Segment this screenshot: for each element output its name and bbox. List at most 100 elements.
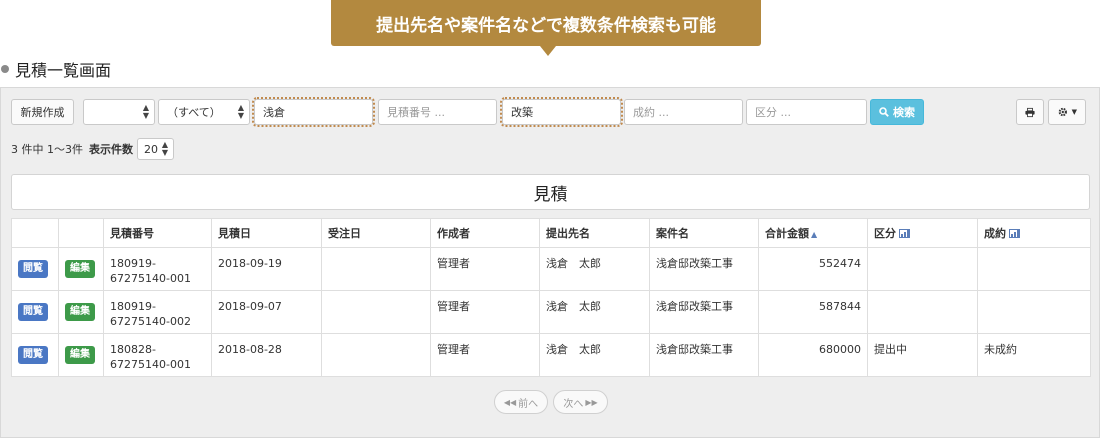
col-header-estimate-no[interactable]: 見積番号	[103, 218, 212, 248]
estimate-table: 見積番号 見積日 受注日 作成者 提出先名 案件名 合計金額 ▲ 区分 成約 閲覧…	[11, 218, 1091, 377]
prev-page-label: 前へ	[518, 398, 539, 410]
col-header-total[interactable]: 合計金額 ▲	[758, 218, 868, 248]
gear-icon	[1058, 107, 1067, 117]
order-date-cell	[321, 333, 431, 377]
project-search-input[interactable]: 改築	[500, 97, 623, 127]
edit-button[interactable]: 編集	[65, 346, 95, 364]
estimate-date-cell: 2018-09-19	[211, 247, 322, 291]
category-search-input[interactable]: 区分 ...	[746, 99, 867, 125]
col-header-estimate-date-label: 見積日	[218, 227, 251, 240]
contract-cell	[977, 290, 1091, 334]
col-header-recipient-label: 提出先名	[546, 227, 590, 240]
col-header-edit	[58, 218, 104, 248]
print-button[interactable]	[1016, 99, 1044, 125]
recipient-cell: 浅倉 太郎	[539, 333, 650, 377]
table-header-row: 見積番号 見積日 受注日 作成者 提出先名 案件名 合計金額 ▲ 区分 成約	[11, 218, 1091, 248]
estimate-list-screen: 新規作成 ▲ ▼ （すべて） ▲ ▼ 浅倉 見積番号 ... 改築 成約 ... 区…	[0, 87, 1100, 438]
bar-chart-icon[interactable]	[1009, 229, 1020, 238]
estimate-no-cell: 180828-67275140-001	[103, 333, 212, 377]
estimate-no-search-input[interactable]: 見積番号 ...	[378, 99, 497, 125]
contract-search-input[interactable]: 成約 ...	[624, 99, 743, 125]
view-button[interactable]: 閲覧	[18, 346, 48, 364]
col-header-category-label: 区分	[874, 227, 896, 240]
settings-dropdown-button[interactable]: ▼	[1048, 99, 1086, 125]
panel-title-text: 見積	[533, 184, 568, 205]
select-arrows-icon: ▲ ▼	[161, 140, 168, 157]
edit-cell: 編集	[58, 247, 104, 291]
project-cell: 浅倉邸改築工事	[649, 247, 759, 291]
result-count-row: 3 件中 1〜3件 表示件数 20 ▲ ▼	[11, 138, 174, 160]
contract-cell: 未成約	[977, 333, 1091, 377]
estimate-no-cell: 180919-67275140-002	[103, 290, 212, 334]
contract-cell	[977, 247, 1091, 291]
search-button[interactable]: 検索	[870, 99, 924, 125]
search-icon	[879, 107, 889, 117]
panel-title: 見積	[11, 174, 1090, 210]
filter-select-2[interactable]: （すべて） ▲ ▼	[158, 99, 250, 125]
search-button-label: 検索	[893, 106, 915, 119]
col-header-category[interactable]: 区分	[867, 218, 978, 248]
col-header-recipient[interactable]: 提出先名	[539, 218, 650, 248]
col-header-creator-label: 作成者	[437, 227, 470, 240]
col-header-order-date[interactable]: 受注日	[321, 218, 431, 248]
bar-chart-icon[interactable]	[899, 229, 910, 238]
view-cell: 閲覧	[11, 247, 59, 291]
view-button[interactable]: 閲覧	[18, 260, 48, 278]
category-cell	[867, 290, 978, 334]
per-page-label: 表示件数	[89, 143, 133, 156]
caret-down-icon: ▼	[1071, 108, 1077, 116]
creator-cell: 管理者	[430, 333, 540, 377]
col-header-project-label: 案件名	[656, 227, 689, 240]
table-row: 閲覧 編集 180919-67275140-001 2018-09-19 管理者…	[11, 247, 1091, 291]
view-button[interactable]: 閲覧	[18, 303, 48, 321]
col-header-view	[11, 218, 59, 248]
double-right-icon: ▶▶	[585, 397, 598, 407]
print-icon	[1025, 107, 1035, 117]
select-arrows-icon: ▲ ▼	[237, 103, 244, 120]
next-page-button[interactable]: 次へ ▶▶	[553, 390, 608, 414]
total-cell: 552474	[758, 247, 868, 291]
col-header-estimate-no-label: 見積番号	[110, 227, 154, 240]
order-date-cell	[321, 290, 431, 334]
total-cell: 587844	[758, 290, 868, 334]
col-header-estimate-date[interactable]: 見積日	[211, 218, 322, 248]
new-estimate-button[interactable]: 新規作成	[11, 99, 74, 125]
edit-button[interactable]: 編集	[65, 303, 95, 321]
recipient-cell: 浅倉 太郎	[539, 290, 650, 334]
order-date-cell	[321, 247, 431, 291]
total-cell: 680000	[758, 333, 868, 377]
col-header-creator[interactable]: 作成者	[430, 218, 540, 248]
creator-cell: 管理者	[430, 290, 540, 334]
edit-cell: 編集	[58, 290, 104, 334]
edit-button[interactable]: 編集	[65, 260, 95, 278]
table-row: 閲覧 編集 180919-67275140-002 2018-09-07 管理者…	[11, 290, 1091, 334]
col-header-project[interactable]: 案件名	[649, 218, 759, 248]
col-header-total-label: 合計金額	[765, 227, 809, 240]
col-header-contract[interactable]: 成約	[977, 218, 1091, 248]
category-cell: 提出中	[867, 333, 978, 377]
section-heading-text: 見積一覧画面	[15, 61, 112, 80]
sort-ascending-icon: ▲	[811, 230, 818, 239]
estimate-date-cell: 2018-09-07	[211, 290, 322, 334]
feature-callout: 提出先名や案件名などで複数条件検索も可能	[331, 0, 761, 46]
creator-cell: 管理者	[430, 247, 540, 291]
section-heading: 見積一覧画面	[0, 57, 111, 81]
per-page-value: 20	[144, 142, 158, 156]
double-left-icon: ◀◀	[503, 397, 517, 407]
project-cell: 浅倉邸改築工事	[649, 290, 759, 334]
table-row: 閲覧 編集 180828-67275140-001 2018-08-28 管理者…	[11, 333, 1091, 377]
select-arrows-icon: ▲ ▼	[142, 103, 149, 120]
col-header-contract-label: 成約	[984, 227, 1006, 240]
filter-select-1[interactable]: ▲ ▼	[83, 99, 155, 125]
next-page-label: 次へ	[563, 398, 584, 410]
prev-page-button[interactable]: ◀◀ 前へ	[494, 390, 548, 414]
edit-cell: 編集	[58, 333, 104, 377]
callout-tail	[540, 46, 556, 56]
callout-text: 提出先名や案件名などで複数条件検索も可能	[376, 15, 716, 36]
estimate-date-cell: 2018-08-28	[211, 333, 322, 377]
col-header-order-date-label: 受注日	[328, 227, 361, 240]
estimate-no-cell: 180919-67275140-001	[103, 247, 212, 291]
recipient-search-input[interactable]: 浅倉	[252, 97, 375, 127]
view-cell: 閲覧	[11, 290, 59, 334]
per-page-select[interactable]: 20 ▲ ▼	[137, 138, 174, 160]
